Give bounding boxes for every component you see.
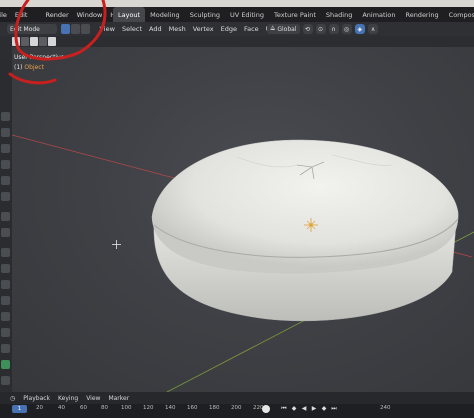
tab-shading[interactable]: Shading: [321, 7, 357, 22]
tab-uv-editing[interactable]: UV Editing: [225, 7, 269, 22]
playback-controls: ⏮ ◆ ◀ ▶ ◆ ⏭: [280, 405, 338, 413]
menu-view[interactable]: View: [96, 25, 118, 33]
menu-keying[interactable]: Keying: [54, 395, 82, 402]
mode-dropdown[interactable]: Edit Mode: [7, 24, 57, 34]
play-icon[interactable]: ▶: [310, 405, 318, 413]
select-box-icon[interactable]: [12, 37, 20, 46]
header-menus: View Select Add Mesh Vertex Edge Face UV: [96, 25, 278, 33]
cushion-mesh[interactable]: [151, 139, 459, 322]
select-tool-icon[interactable]: [1, 112, 10, 121]
extrude-tool-icon[interactable]: [1, 248, 10, 257]
tab-texture-paint[interactable]: Texture Paint: [269, 7, 321, 22]
select-invert-icon[interactable]: [39, 37, 47, 46]
tick-label: 40: [58, 405, 65, 411]
menu-edge[interactable]: Edge: [217, 25, 240, 33]
tick-label: 140: [165, 405, 176, 411]
tab-sculpting[interactable]: Sculpting: [185, 7, 225, 22]
poly-build-tool-icon[interactable]: [1, 328, 10, 337]
menu-playback[interactable]: Playback: [19, 395, 54, 402]
select-extend-icon[interactable]: [21, 37, 29, 46]
left-toolbar: [0, 60, 12, 388]
timeline-header: ◷ Playback Keying View Marker: [0, 392, 474, 404]
jump-start-icon[interactable]: ⏮: [280, 405, 288, 413]
edge-select-icon[interactable]: [71, 24, 80, 34]
workspace-tabs: Layout Modeling Sculpting UV Editing Tex…: [113, 7, 474, 22]
3d-viewport[interactable]: [12, 47, 474, 392]
tick-label: 100: [121, 405, 132, 411]
next-key-icon[interactable]: ◆: [320, 405, 328, 413]
tick-label: 60: [80, 405, 87, 411]
select-mode-group: [61, 24, 90, 34]
menu-face[interactable]: Face: [240, 25, 262, 33]
orientation-icon: ⟁: [270, 25, 276, 32]
record-icon[interactable]: [262, 405, 270, 413]
smooth-tool-icon[interactable]: [1, 360, 10, 369]
tab-modeling[interactable]: Modeling: [145, 7, 185, 22]
loop-cut-tool-icon[interactable]: [1, 296, 10, 305]
mode-label: Edit Mode: [10, 25, 40, 33]
menu-add[interactable]: Add: [146, 25, 166, 33]
face-select-icon[interactable]: [81, 24, 90, 34]
magnet-icon[interactable]: ∩: [328, 24, 339, 34]
viewport-header: Edit Mode View Select Add Mesh Vertex Ed…: [0, 22, 474, 36]
menu-mesh[interactable]: Mesh: [165, 25, 189, 33]
current-frame-indicator[interactable]: 1: [12, 405, 27, 413]
rotate-tool-icon[interactable]: [1, 160, 10, 169]
play-reverse-icon[interactable]: ◀: [300, 405, 308, 413]
prev-key-icon[interactable]: ◆: [290, 405, 298, 413]
header-right-tools: ⟁ Global ⟲ ⊙ ∩ ◎ ◈ ∧: [267, 22, 379, 36]
menu-select[interactable]: Select: [118, 25, 145, 33]
overlay-icon[interactable]: ◈: [354, 24, 366, 34]
timeline-ruler[interactable]: 1 20 40 60 80 100 120 140 160 180 200 22…: [0, 404, 474, 418]
menu-timeline-view[interactable]: View: [82, 395, 104, 402]
screen-bezel: [0, 0, 474, 7]
orientation-label: Global: [277, 25, 297, 33]
menu-vertex[interactable]: Vertex: [189, 25, 217, 33]
spin-tool-icon[interactable]: [1, 344, 10, 353]
shear-tool-icon[interactable]: [1, 376, 10, 385]
tick-label: 160: [187, 405, 198, 411]
tab-animation[interactable]: Animation: [357, 7, 400, 22]
tool-settings-row: [12, 37, 56, 47]
select-subtract-icon[interactable]: [30, 37, 38, 46]
tick-label: 240: [380, 405, 391, 411]
3d-cursor-icon[interactable]: [112, 240, 121, 249]
tick-label: 80: [101, 405, 108, 411]
frame-prefix: (1): [14, 64, 25, 71]
falloff-icon[interactable]: ∧: [368, 24, 379, 34]
menu-marker[interactable]: Marker: [104, 395, 133, 402]
knife-tool-icon[interactable]: [1, 312, 10, 321]
scale-tool-icon[interactable]: [1, 176, 10, 185]
jump-end-icon[interactable]: ⏭: [330, 405, 338, 413]
proportional-edit-icon[interactable]: ◎: [341, 24, 352, 34]
tick-label: 120: [143, 405, 154, 411]
viewport-object-label: (1) Object: [14, 64, 44, 71]
tick-label: 180: [209, 405, 220, 411]
tick-label: 20: [36, 405, 43, 411]
tick-label: 200: [231, 405, 242, 411]
menu-render[interactable]: Render: [41, 11, 72, 19]
viewport-perspective-label: User Perspective: [14, 54, 65, 61]
transform-tool-icon[interactable]: [1, 192, 10, 201]
pivot-icon[interactable]: ⟲: [302, 24, 313, 34]
tab-compositing[interactable]: Compositing: [444, 7, 474, 22]
move-tool-icon[interactable]: [1, 144, 10, 153]
orientation-dropdown[interactable]: ⟁ Global: [267, 24, 300, 34]
menu-edit[interactable]: Edit: [11, 11, 32, 19]
active-object-name: Object: [24, 64, 44, 71]
menu-file[interactable]: File: [0, 11, 11, 19]
inset-tool-icon[interactable]: [1, 264, 10, 273]
menu-window[interactable]: Window: [73, 11, 107, 19]
tab-rendering[interactable]: Rendering: [400, 7, 443, 22]
viewport-scene: [12, 134, 474, 392]
timeline-mode-icon[interactable]: ◷: [6, 395, 19, 402]
cursor-tool-icon[interactable]: [1, 128, 10, 137]
snap-icon[interactable]: ⊙: [315, 24, 326, 34]
measure-tool-icon[interactable]: [1, 228, 10, 237]
bevel-tool-icon[interactable]: [1, 280, 10, 289]
annotate-tool-icon[interactable]: [1, 212, 10, 221]
select-intersect-icon[interactable]: [48, 37, 56, 46]
tab-layout[interactable]: Layout: [113, 7, 146, 22]
vertex-select-icon[interactable]: [61, 24, 70, 34]
